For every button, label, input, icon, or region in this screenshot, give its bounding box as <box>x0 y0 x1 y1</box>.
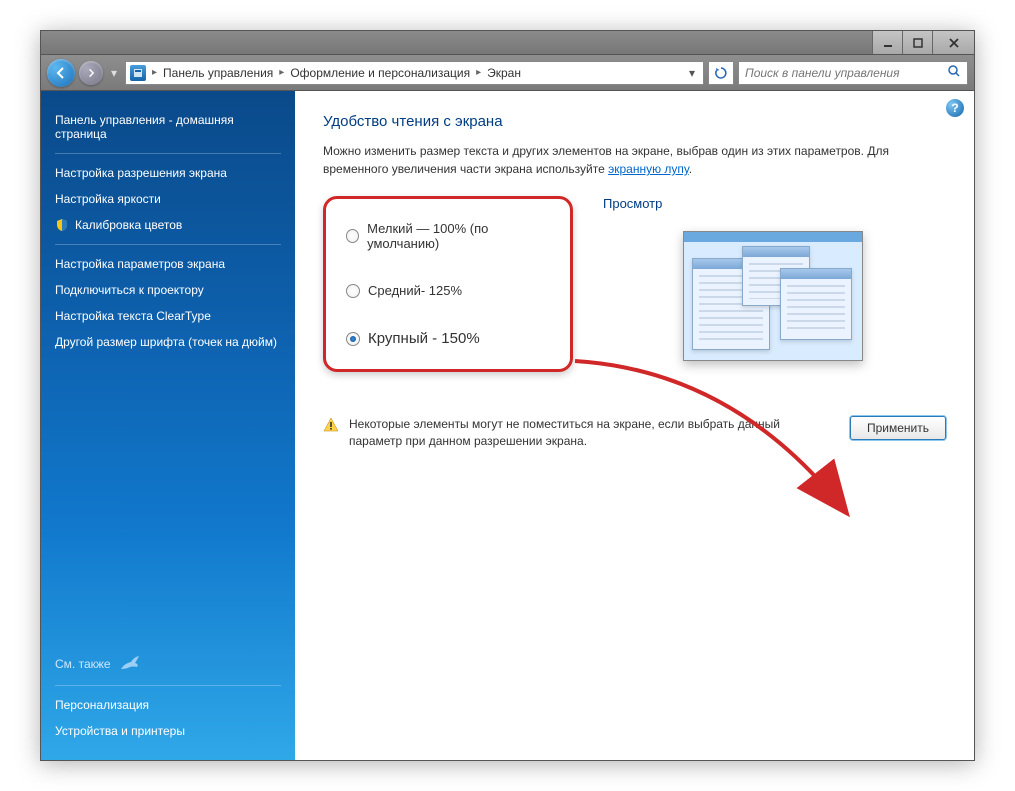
page-description: Можно изменить размер текста и других эл… <box>323 142 946 178</box>
preview-image <box>683 231 863 361</box>
chevron-right-icon: ▸ <box>474 67 483 78</box>
forward-button[interactable] <box>79 61 103 85</box>
warning-icon <box>323 417 339 433</box>
sidebar-home-link[interactable]: Панель управления - домашняя страница <box>55 107 281 147</box>
breadcrumb-dropdown[interactable]: ▾ <box>685 66 699 80</box>
radio-icon <box>346 332 360 346</box>
breadcrumb-item[interactable]: Экран <box>485 66 523 80</box>
see-also-heading: См. также <box>55 655 281 673</box>
radio-option-large[interactable]: Крупный - 150% <box>346 314 550 351</box>
radio-label: Крупный - 150% <box>368 330 480 347</box>
content-area: ? Удобство чтения с экрана Можно изменит… <box>295 91 974 760</box>
breadcrumb-item[interactable]: Оформление и персонализация <box>288 66 472 80</box>
help-icon[interactable]: ? <box>946 99 964 117</box>
back-button[interactable] <box>47 59 75 87</box>
radio-icon <box>346 229 359 243</box>
sidebar-link-cleartype[interactable]: Настройка текста ClearType <box>55 303 281 329</box>
close-button[interactable] <box>932 31 974 54</box>
sidebar-link-dpi[interactable]: Другой размер шрифта (точек на дюйм) <box>55 329 281 355</box>
breadcrumb[interactable]: ▸ Панель управления ▸ Оформление и персо… <box>125 61 704 85</box>
sidebar: Панель управления - домашняя страница На… <box>41 91 295 760</box>
apply-button[interactable]: Применить <box>850 416 946 440</box>
search-input[interactable] <box>745 66 947 80</box>
refresh-button[interactable] <box>708 61 734 85</box>
navigation-bar: ▾ ▸ Панель управления ▸ Оформление и пер… <box>41 55 974 91</box>
magnifier-link[interactable]: экранную лупу <box>608 162 689 176</box>
radio-label: Мелкий — 100% (по умолчанию) <box>367 221 550 251</box>
maximize-button[interactable] <box>902 31 932 54</box>
shield-icon <box>55 218 69 232</box>
chevron-right-icon: ▸ <box>150 67 159 78</box>
preview-label: Просмотр <box>603 196 946 211</box>
titlebar <box>41 31 974 55</box>
sidebar-link-calibrate[interactable]: Калибровка цветов <box>55 212 281 238</box>
warning-text: Некоторые элементы могут не поместиться … <box>349 416 824 450</box>
text-size-options: Мелкий — 100% (по умолчанию) Средний- 12… <box>323 196 573 372</box>
see-also-personalization[interactable]: Персонализация <box>55 692 281 718</box>
sidebar-link-resolution[interactable]: Настройка разрешения экрана <box>55 160 281 186</box>
radio-label: Средний- 125% <box>368 283 462 298</box>
radio-option-medium[interactable]: Средний- 125% <box>346 267 550 314</box>
chevron-right-icon: ▸ <box>277 67 286 78</box>
sidebar-link-brightness[interactable]: Настройка яркости <box>55 186 281 212</box>
bird-icon <box>119 655 141 673</box>
control-panel-window: ▾ ▸ Панель управления ▸ Оформление и пер… <box>40 30 975 761</box>
minimize-button[interactable] <box>872 31 902 54</box>
search-icon <box>947 64 961 81</box>
sidebar-link-projector[interactable]: Подключиться к проектору <box>55 277 281 303</box>
search-box[interactable] <box>738 61 968 85</box>
radio-icon <box>346 284 360 298</box>
page-title: Удобство чтения с экрана <box>323 113 946 130</box>
sidebar-link-label: Калибровка цветов <box>75 218 182 232</box>
nav-history-dropdown[interactable]: ▾ <box>107 59 121 87</box>
sidebar-link-display-settings[interactable]: Настройка параметров экрана <box>55 251 281 277</box>
see-also-devices[interactable]: Устройства и принтеры <box>55 718 281 744</box>
breadcrumb-item[interactable]: Панель управления <box>161 66 275 80</box>
control-panel-icon <box>130 65 146 81</box>
radio-option-small[interactable]: Мелкий — 100% (по умолчанию) <box>346 217 550 267</box>
